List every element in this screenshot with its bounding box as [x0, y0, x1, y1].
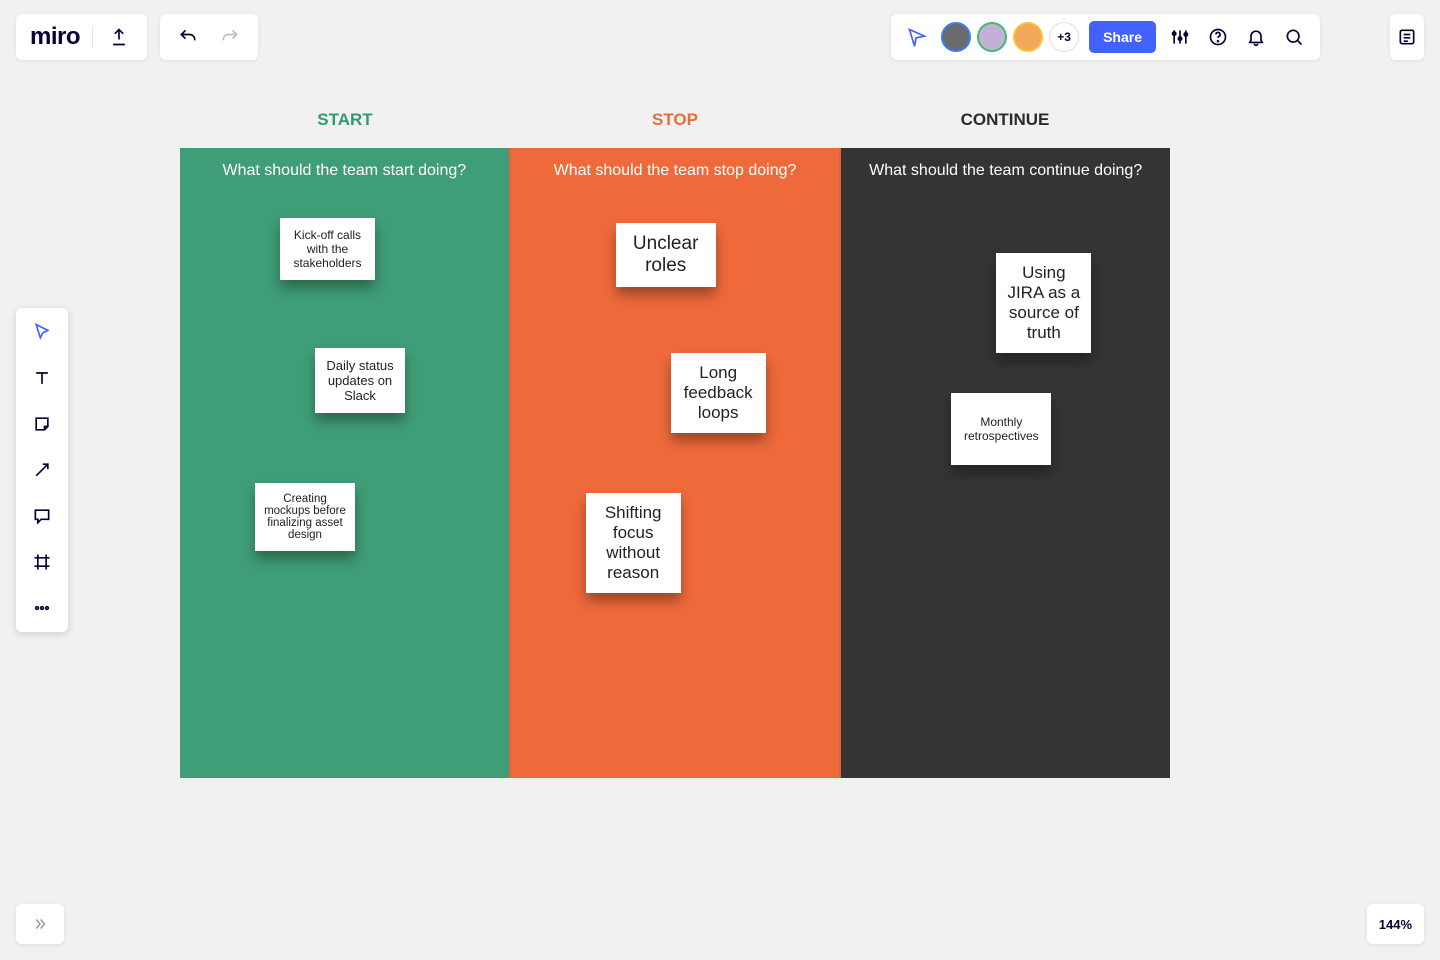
avatar[interactable]: [1013, 22, 1043, 52]
header-start: START: [180, 100, 510, 148]
retro-board[interactable]: START STOP CONTINUE What should the team…: [180, 100, 1170, 778]
sticky-note[interactable]: Using JIRA as a source of truth: [996, 253, 1091, 353]
redo-icon[interactable]: [216, 23, 244, 51]
top-bar: miro +3 Share: [0, 0, 1440, 75]
avatar[interactable]: [941, 22, 971, 52]
settings-icon[interactable]: [1166, 23, 1194, 51]
avatar-overflow[interactable]: +3: [1049, 22, 1079, 52]
frame-tool[interactable]: [26, 548, 58, 576]
sticky-note[interactable]: Creating mockups before finalizing asset…: [255, 483, 355, 551]
collab-cluster: +3 Share: [891, 14, 1320, 60]
undo-icon[interactable]: [174, 23, 202, 51]
toolbox: [16, 308, 68, 632]
sticky-note[interactable]: Unclear roles: [616, 223, 716, 287]
search-icon[interactable]: [1280, 23, 1308, 51]
undo-redo-cluster: [160, 14, 258, 60]
arrow-tool[interactable]: [26, 456, 58, 484]
app-logo: miro: [30, 23, 80, 51]
sticky-note-tool[interactable]: [26, 410, 58, 438]
zoom-level[interactable]: 144%: [1367, 904, 1424, 944]
bell-icon[interactable]: [1242, 23, 1270, 51]
column-subtitle: What should the team stop doing?: [511, 162, 840, 180]
column-continue[interactable]: What should the team continue doing? Usi…: [841, 148, 1170, 778]
sticky-note[interactable]: Shifting focus without reason: [586, 493, 681, 593]
sticky-note[interactable]: Long feedback loops: [671, 353, 766, 433]
column-stop[interactable]: What should the team stop doing? Unclear…: [509, 148, 842, 778]
sticky-note[interactable]: Monthly retrospectives: [951, 393, 1051, 465]
sticky-note[interactable]: Kick-off calls with the stakeholders: [280, 218, 375, 280]
column-subtitle: What should the team start doing?: [180, 162, 509, 180]
text-tool[interactable]: [26, 364, 58, 392]
header-stop: STOP: [510, 100, 840, 148]
comment-tool[interactable]: [26, 502, 58, 530]
export-icon[interactable]: [105, 23, 133, 51]
share-button[interactable]: Share: [1089, 21, 1156, 53]
avatar[interactable]: [977, 22, 1007, 52]
logo-cluster: miro: [16, 14, 147, 60]
select-tool[interactable]: [26, 318, 58, 346]
header-continue: CONTINUE: [840, 100, 1170, 148]
column-headers: START STOP CONTINUE: [180, 100, 1170, 148]
sticky-note[interactable]: Daily status updates on Slack: [315, 348, 405, 413]
avatar-stack: +3: [941, 22, 1079, 52]
help-icon[interactable]: [1204, 23, 1232, 51]
presentation-icon[interactable]: [903, 23, 931, 51]
notes-panel-button[interactable]: [1390, 14, 1424, 60]
column-start[interactable]: What should the team start doing? Kick-o…: [180, 148, 509, 778]
column-subtitle: What should the team continue doing?: [841, 162, 1170, 180]
more-tools[interactable]: [26, 594, 58, 622]
collapse-panels-button[interactable]: [16, 904, 64, 944]
divider: [92, 26, 93, 48]
columns: What should the team start doing? Kick-o…: [180, 148, 1170, 778]
